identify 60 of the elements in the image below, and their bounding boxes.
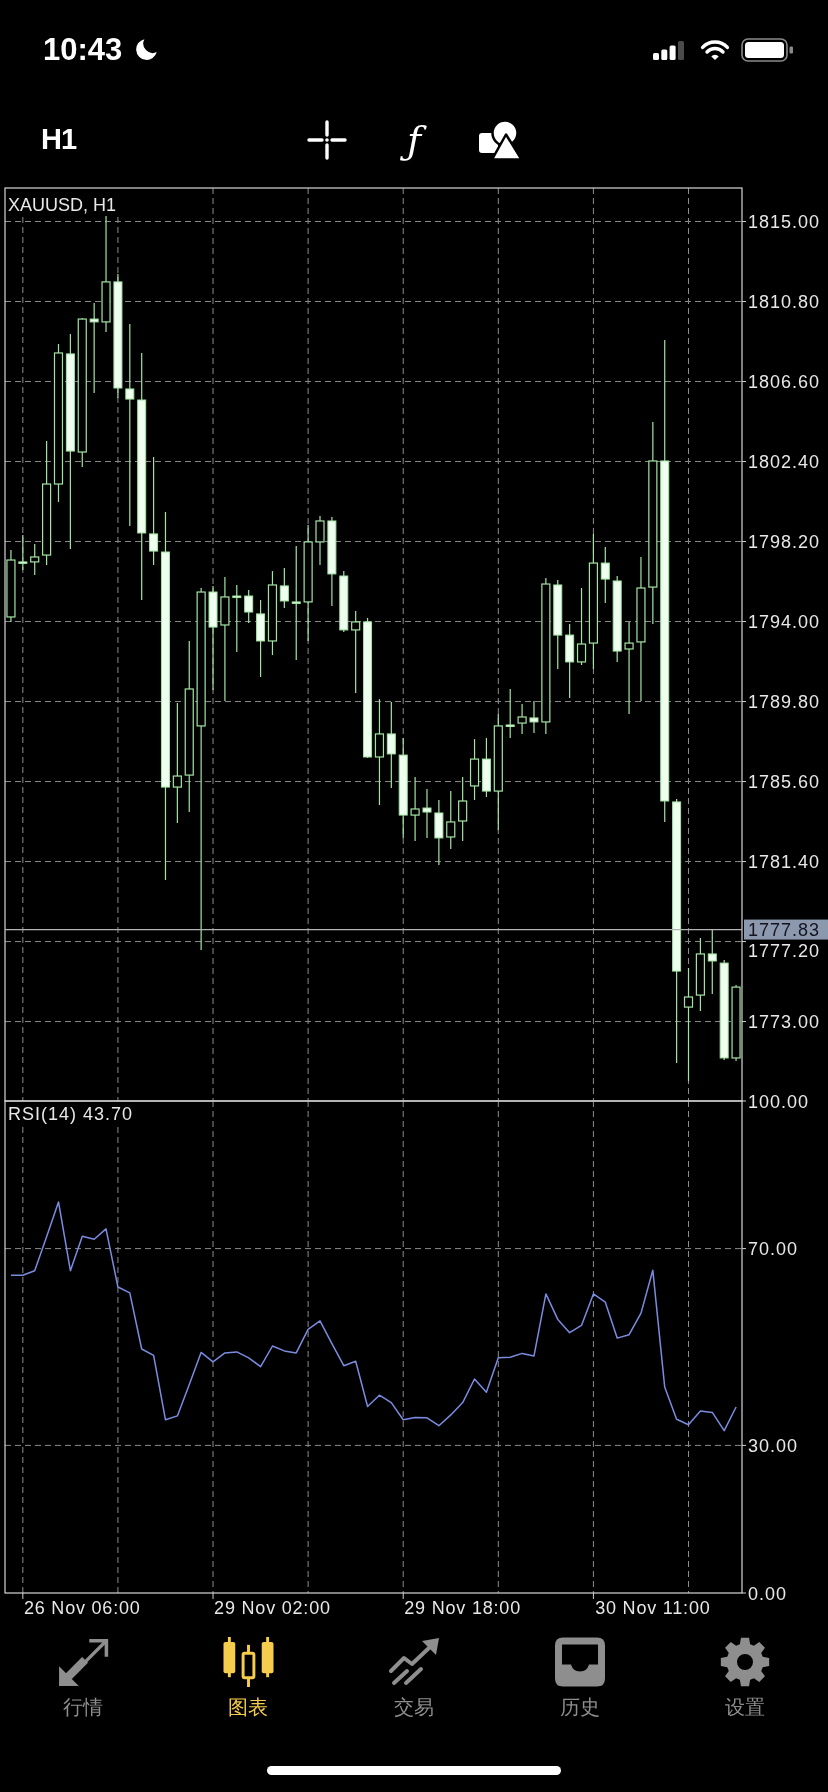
price-axis-label: 1802.40 [748, 452, 821, 473]
chart-title: XAUUSD, H1 [8, 194, 117, 215]
tab-bar-item[interactable]: 行情 [0, 1625, 166, 1735]
tab-bar-item[interactable]: 图表 [165, 1625, 332, 1735]
candlestick [458, 776, 468, 842]
crosshair-icon[interactable] [307, 119, 347, 160]
candlestick [446, 790, 456, 850]
shapes-icon[interactable] [479, 119, 522, 160]
price-axis-label: 1810.80 [748, 292, 821, 313]
settings-icon [720, 1637, 771, 1687]
battery-icon [741, 38, 793, 62]
tab-bar-item[interactable]: 历史 [496, 1625, 663, 1735]
time-axis-label: 29 Nov 18:00 [404, 1597, 521, 1618]
candlestick-icon [221, 1637, 275, 1687]
candlestick [481, 737, 491, 798]
price-axis-label: 1815.00 [748, 212, 821, 233]
moon-icon [136, 39, 158, 61]
candlestick [244, 589, 254, 624]
candlestick [339, 570, 349, 633]
candlestick [707, 928, 717, 995]
price-axis-label: 1773.00 [748, 1012, 821, 1033]
candlestick [30, 543, 40, 576]
price-axis-label: 1777.20 [748, 941, 821, 962]
candlestick [529, 700, 539, 734]
price-axis-label: 1798.20 [748, 532, 821, 553]
candlestick [410, 776, 420, 842]
tab-bar-item[interactable]: 交易 [331, 1625, 497, 1735]
candlestick [600, 546, 610, 604]
current-price-tag: 1777.83 [744, 919, 828, 941]
price-axis-label: 1785.60 [748, 772, 821, 793]
rsi-axis-label: 70.00 [748, 1239, 799, 1260]
candlestick [315, 515, 325, 566]
price-axis-label: 1789.80 [748, 692, 821, 713]
ref-line-label: 1777.83 [748, 920, 821, 941]
signal-icon [653, 40, 684, 60]
price-axis-label: 1781.40 [748, 852, 821, 873]
candlestick [505, 688, 515, 739]
candlestick [18, 534, 28, 571]
time-axis-label: 29 Nov 02:00 [214, 1597, 331, 1618]
inbox-icon [554, 1637, 605, 1687]
candlestick [469, 738, 480, 801]
tab-bar-item[interactable]: 设置 [662, 1625, 828, 1735]
time-axis-label: 30 Nov 11:00 [595, 1597, 711, 1618]
candlestick [422, 788, 432, 839]
candlestick [517, 703, 527, 735]
timeframe-button[interactable]: H1 [41, 123, 101, 156]
status-time: 10:43 [43, 32, 123, 68]
indicator-title: RSI(14) 43.70 [8, 1103, 134, 1124]
price-axis-label: 1794.00 [748, 612, 821, 633]
wifi-icon [700, 39, 730, 61]
time-axis-label: 26 Nov 06:00 [23, 1597, 141, 1618]
indicators-button[interactable]: ƒ [399, 118, 429, 161]
rsi-axis-label: 30.00 [748, 1435, 799, 1456]
trend-arrow-icon [388, 1637, 440, 1687]
price-axis-label: 1806.60 [748, 372, 821, 393]
rsi-axis-label: 0.00 [748, 1583, 788, 1604]
candlestick [434, 799, 444, 866]
rsi-axis-label: 100.00 [748, 1091, 810, 1112]
diagonal-arrows-icon [56, 1637, 109, 1687]
candlestick [232, 584, 242, 653]
